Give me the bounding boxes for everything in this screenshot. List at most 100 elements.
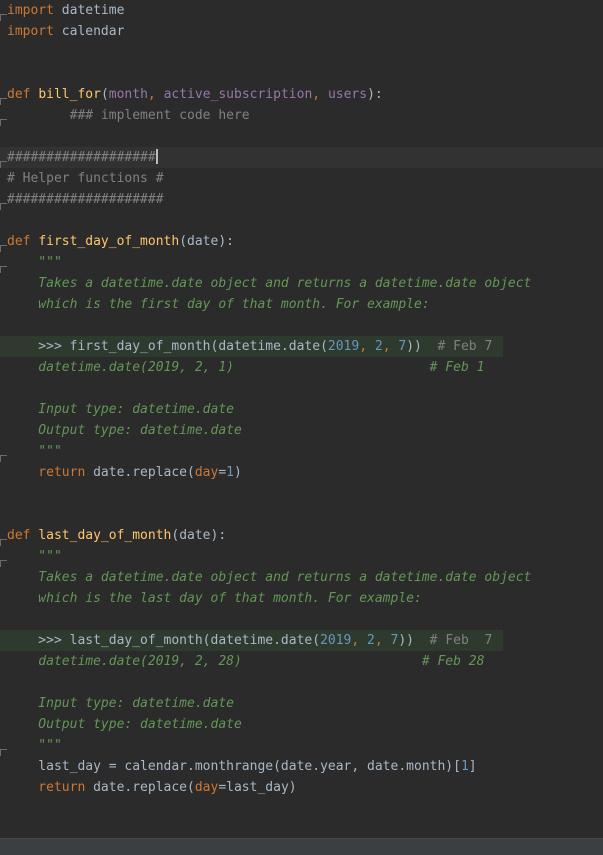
code-token: ################### [7, 150, 156, 165]
fold-marker-icon[interactable] [0, 98, 7, 105]
code-line[interactable] [0, 378, 603, 399]
code-token: calendar [53, 24, 125, 39]
code-token: 2019 [327, 339, 360, 354]
code-token: =last_day) [218, 780, 297, 795]
code-line[interactable]: """ [0, 735, 603, 756]
code-token: #################### [7, 192, 164, 207]
code-line[interactable] [0, 504, 603, 525]
code-line[interactable]: """ [0, 252, 603, 273]
code-line[interactable]: Input type: datetime.date [0, 399, 603, 420]
code-line[interactable]: ################### [0, 147, 603, 168]
code-line[interactable] [0, 609, 603, 630]
code-editor[interactable]: import datetime import calendar def bill_f… [0, 0, 603, 838]
code-line-text: def bill_for(month, active_subscription,… [7, 84, 383, 105]
fold-marker-icon[interactable] [0, 749, 7, 756]
code-token: = [218, 465, 227, 480]
code-token: )) [398, 633, 430, 648]
code-line[interactable]: which is the last day of that month. For… [0, 588, 603, 609]
code-line-text: datetime.date(2019, 2, 1) # Feb 1 [7, 357, 484, 378]
code-token: , [359, 339, 375, 354]
code-line-text: Output type: datetime.date [7, 714, 242, 735]
code-line[interactable]: return date.replace(day=last_day) [0, 777, 603, 798]
code-line[interactable] [0, 483, 603, 504]
code-line-text: return date.replace(day=last_day) [7, 777, 297, 798]
code-token: month [108, 87, 148, 102]
code-line[interactable]: >>> last_day_of_month(datetime.date(2019… [0, 630, 503, 651]
code-token: def [7, 234, 39, 249]
code-token: date.replace( [93, 780, 195, 795]
code-token: Output type: datetime.date [7, 717, 242, 732]
code-line-text: datetime.date(2019, 2, 28) # Feb 28 [7, 651, 484, 672]
fold-marker-icon[interactable] [0, 266, 7, 273]
code-line[interactable] [0, 63, 603, 84]
code-line[interactable]: Takes a datetime.date object and returns… [0, 273, 603, 294]
code-line[interactable]: ### implement code here [0, 105, 603, 126]
code-line[interactable]: import datetime [0, 0, 603, 21]
code-token: , [351, 633, 368, 648]
code-token: Takes a datetime.date object and returns… [7, 276, 532, 291]
code-line[interactable]: which is the first day of that month. Fo… [0, 294, 603, 315]
code-token: """ [7, 738, 62, 753]
code-line[interactable]: """ [0, 546, 603, 567]
code-line-text: >>> last_day_of_month(datetime.date(2019… [7, 630, 492, 651]
fold-marker-icon[interactable] [0, 245, 7, 252]
code-line[interactable]: Input type: datetime.date [0, 693, 603, 714]
code-token: Takes a datetime.date object and returns… [7, 570, 532, 585]
fold-marker-icon[interactable] [0, 161, 7, 168]
code-token: 1 [460, 759, 469, 774]
code-token: Input type: datetime.date [7, 696, 234, 711]
code-line[interactable]: Output type: datetime.date [0, 714, 603, 735]
code-token: 2019 [320, 633, 352, 648]
code-token: date.replace( [93, 465, 195, 480]
code-token: # Feb 7 [437, 339, 493, 354]
code-line[interactable] [0, 42, 603, 63]
code-line-text: def first_day_of_month(date): [7, 231, 234, 252]
code-line[interactable]: datetime.date(2019, 2, 1) # Feb 1 [0, 357, 603, 378]
code-line[interactable] [0, 126, 603, 147]
code-line[interactable]: last_day = calendar.monthrange(date.year… [0, 756, 603, 777]
code-line[interactable]: Output type: datetime.date [0, 420, 603, 441]
code-line-text: ### implement code here [7, 105, 250, 126]
code-token: import [7, 24, 54, 39]
code-line[interactable]: Takes a datetime.date object and returns… [0, 567, 603, 588]
fold-marker-icon[interactable] [0, 203, 7, 210]
code-line-text: return date.replace(day=1) [7, 462, 242, 483]
code-token: )) [406, 339, 438, 354]
fold-marker-icon[interactable] [0, 455, 7, 462]
fold-marker-icon[interactable] [0, 560, 7, 567]
code-line[interactable]: datetime.date(2019, 2, 28) # Feb 28 [0, 651, 603, 672]
fold-marker-icon[interactable] [0, 119, 7, 126]
code-token: 7 [398, 339, 407, 354]
code-token: day [194, 780, 219, 795]
code-token: """ [7, 444, 62, 459]
fold-marker-icon[interactable] [0, 14, 7, 21]
code-line[interactable] [0, 672, 603, 693]
code-line-text: """ [7, 441, 62, 462]
code-line[interactable] [0, 210, 603, 231]
code-token: 1 [226, 465, 234, 480]
code-token: last_day = calendar.monthrange(date.year… [7, 759, 461, 774]
code-line[interactable]: return date.replace(day=1) [0, 462, 603, 483]
fold-marker-icon[interactable] [0, 539, 7, 546]
code-line-text: #################### [7, 189, 164, 210]
code-token: users [327, 87, 368, 102]
code-token: ] [468, 759, 477, 774]
code-line-text: # Helper functions # [7, 168, 164, 189]
code-line-text: ################### [7, 147, 158, 168]
code-line[interactable]: >>> first_day_of_month(datetime.date(201… [0, 336, 503, 357]
text-cursor [155, 149, 158, 164]
code-line-text: """ [7, 252, 62, 273]
code-line[interactable]: def last_day_of_month(date): [0, 525, 603, 546]
code-line[interactable]: def first_day_of_month(date): [0, 231, 603, 252]
code-token: Output type: datetime.date [7, 423, 242, 438]
code-token: # Feb 7 [429, 633, 493, 648]
code-line[interactable]: def bill_for(month, active_subscription,… [0, 84, 603, 105]
code-line[interactable]: """ [0, 441, 603, 462]
code-line[interactable]: #################### [0, 189, 603, 210]
code-token: >>> last_day_of_month(datetime.date( [7, 633, 321, 648]
code-token: (date): [179, 234, 234, 249]
code-line[interactable]: # Helper functions # [0, 168, 603, 189]
code-line[interactable] [0, 315, 603, 336]
code-line-text: import calendar [7, 21, 124, 42]
code-line[interactable]: import calendar [0, 21, 603, 42]
